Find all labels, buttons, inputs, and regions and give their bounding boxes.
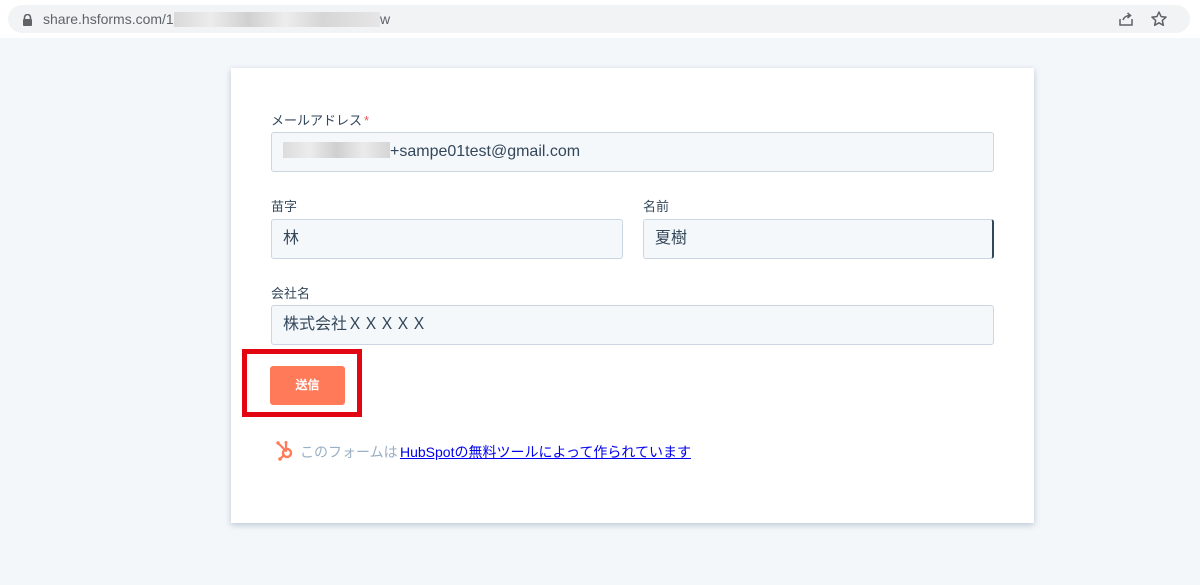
last-name-field[interactable]: 林 (271, 219, 623, 259)
address-bar[interactable]: share.hsforms.com/1N w (8, 5, 1190, 33)
bookmark-star-icon[interactable] (1150, 10, 1168, 28)
email-label-text: メールアドレス (271, 113, 363, 128)
required-mark: * (364, 113, 370, 128)
company-label: 会社名 (271, 286, 311, 301)
email-label: メールアドレス * (271, 110, 369, 129)
lock-icon[interactable] (22, 13, 33, 26)
last-name-label: 苗字 (271, 199, 298, 214)
url-text[interactable]: share.hsforms.com/1N (43, 11, 184, 27)
company-field[interactable]: 株式会社ＸＸＸＸＸ (271, 305, 994, 345)
hubspot-link[interactable]: HubSpotの無料ツールによって作られています (400, 442, 691, 462)
first-name-label: 名前 (643, 199, 670, 214)
share-icon[interactable] (1118, 11, 1134, 27)
first-name-field[interactable]: 夏樹 (643, 219, 994, 259)
hubspot-sprocket-icon (274, 440, 296, 462)
footer-text: このフォームは (300, 444, 398, 460)
form-card: メールアドレス * +sampe01test@gmail.com 苗字 林 名前 … (231, 68, 1034, 523)
email-field[interactable]: +sampe01test@gmail.com (271, 132, 994, 172)
submit-button[interactable]: 送信 (270, 366, 345, 405)
url-tail-text[interactable]: w (380, 11, 390, 27)
page-background: メールアドレス * +sampe01test@gmail.com 苗字 林 名前 … (0, 38, 1200, 585)
url-redacted-segment (174, 12, 380, 27)
browser-toolbar: share.hsforms.com/1N w (0, 0, 1200, 39)
email-value: +sampe01test@gmail.com (390, 143, 581, 160)
email-redacted-segment (283, 142, 390, 159)
